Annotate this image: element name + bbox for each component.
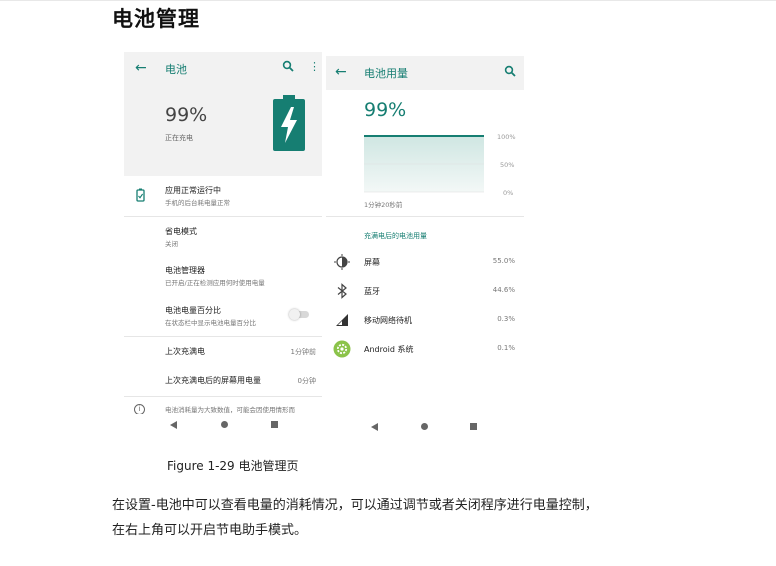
app-name: Android 系统 bbox=[364, 345, 414, 354]
body-paragraph-line-1: 在设置-电池中可以查看电量的消耗情况，可以通过调节或者关闭程序进行电量控制， bbox=[112, 498, 598, 513]
row-value: 0分钟 bbox=[297, 377, 316, 385]
app-usage-row[interactable]: 蓝牙 44.6% bbox=[326, 282, 524, 302]
battery-screenshot: ← 电池 ⋮ 99% 正在充电 应用正常运行中 手机的后台耗电量正常 省电模式 … bbox=[124, 52, 322, 414]
signal-icon bbox=[336, 314, 348, 326]
row-title: 上次充满电后的屏幕用电量 bbox=[165, 376, 261, 385]
info-icon: i bbox=[134, 404, 145, 414]
nav-recent-icon[interactable] bbox=[470, 423, 477, 430]
battery-usage-screenshot: ← 电池用量 99% 100% 50% 0% 1分钟20秒前 充满电后的电池用量 bbox=[326, 56, 524, 414]
app-usage-row[interactable]: 屏幕 55.0% bbox=[326, 253, 524, 273]
since-label: 1分钟20秒前 bbox=[364, 201, 403, 209]
row-subtitle: 手机的后台耗电量正常 bbox=[165, 199, 230, 207]
divider bbox=[124, 396, 322, 397]
list-item[interactable]: 电池管理器 已开启/正在检测应用何时使用电量 bbox=[124, 256, 322, 296]
battery-level: 99% bbox=[364, 99, 407, 121]
app-percent: 0.3% bbox=[497, 315, 515, 323]
battery-header: ← 电池 ⋮ 99% 正在充电 bbox=[124, 52, 322, 176]
row-title: 省电模式 bbox=[165, 227, 197, 236]
app-usage-row[interactable]: 移动网络待机 0.3% bbox=[326, 311, 524, 331]
nav-back-icon[interactable] bbox=[371, 423, 378, 431]
row-title: 应用正常运行中 bbox=[165, 186, 221, 195]
arrow-left-icon[interactable]: ← bbox=[135, 60, 147, 76]
row-title: 上次充满电 bbox=[165, 347, 205, 356]
battery-level: 99% bbox=[165, 104, 208, 126]
nav-recent-icon[interactable] bbox=[271, 421, 278, 428]
nav-home-icon[interactable] bbox=[421, 423, 428, 430]
list-item[interactable]: 省电模式 关闭 bbox=[124, 217, 322, 255]
nav-bar bbox=[124, 414, 322, 438]
more-vert-icon[interactable]: ⋮ bbox=[309, 61, 320, 72]
row-title: 电池电量百分比 bbox=[165, 306, 221, 315]
app-percent: 55.0% bbox=[492, 257, 515, 265]
row-value: 1分钟前 bbox=[290, 348, 316, 356]
list-item: 上次充满电后的屏幕用电量 0分钟 bbox=[124, 366, 322, 394]
row-subtitle: 在状态栏中显示电池电量百分比 bbox=[165, 319, 256, 327]
app-name: 屏幕 bbox=[364, 258, 380, 267]
tick-0: 0% bbox=[503, 189, 513, 197]
list-item: 上次充满电 1分钟前 bbox=[124, 337, 322, 365]
row-subtitle: 关闭 bbox=[165, 240, 178, 248]
row-subtitle: 已开启/正在检测应用何时使用电量 bbox=[165, 279, 265, 287]
tick-50: 50% bbox=[500, 161, 514, 169]
android-settings-icon bbox=[333, 340, 351, 358]
arrow-left-icon[interactable]: ← bbox=[335, 64, 347, 80]
app-usage-row[interactable]: Android 系统 0.1% bbox=[326, 340, 524, 360]
screen-title: 电池用量 bbox=[364, 67, 408, 80]
search-icon[interactable] bbox=[504, 65, 516, 77]
tick-100: 100% bbox=[497, 133, 516, 141]
top-divider bbox=[0, 0, 776, 1]
brightness-icon bbox=[334, 254, 350, 270]
search-icon[interactable] bbox=[282, 60, 294, 72]
figure-caption: Figure 1-29 电池管理页 bbox=[167, 459, 299, 473]
screen-title: 电池 bbox=[165, 63, 187, 76]
app-percent: 0.1% bbox=[497, 344, 515, 352]
doc-heading: 电池管理 bbox=[112, 7, 200, 31]
usage-header: ← 电池用量 bbox=[326, 56, 524, 90]
app-name: 蓝牙 bbox=[364, 287, 380, 296]
app-percent: 44.6% bbox=[492, 286, 515, 294]
info-text: 电池消耗量为大致数值，可能会因使用情形而 bbox=[165, 406, 295, 414]
battery-ok-icon bbox=[136, 188, 145, 202]
list-item[interactable]: 应用正常运行中 手机的后台耗电量正常 bbox=[124, 176, 322, 216]
divider bbox=[326, 216, 524, 217]
nav-home-icon[interactable] bbox=[221, 421, 228, 428]
battery-charging-icon bbox=[273, 95, 305, 151]
row-title: 电池管理器 bbox=[165, 266, 205, 275]
bluetooth-icon bbox=[337, 283, 347, 299]
battery-percentage-toggle[interactable] bbox=[289, 309, 309, 320]
charging-status: 正在充电 bbox=[165, 134, 193, 142]
battery-usage-graph: 100% 50% 0% bbox=[364, 133, 516, 197]
section-label: 充满电后的电池用量 bbox=[364, 232, 427, 240]
body-paragraph-line-2: 在右上角可以开启节电助手模式。 bbox=[112, 523, 308, 538]
nav-bar bbox=[326, 414, 524, 438]
nav-back-icon[interactable] bbox=[170, 421, 177, 429]
app-name: 移动网络待机 bbox=[364, 316, 412, 325]
